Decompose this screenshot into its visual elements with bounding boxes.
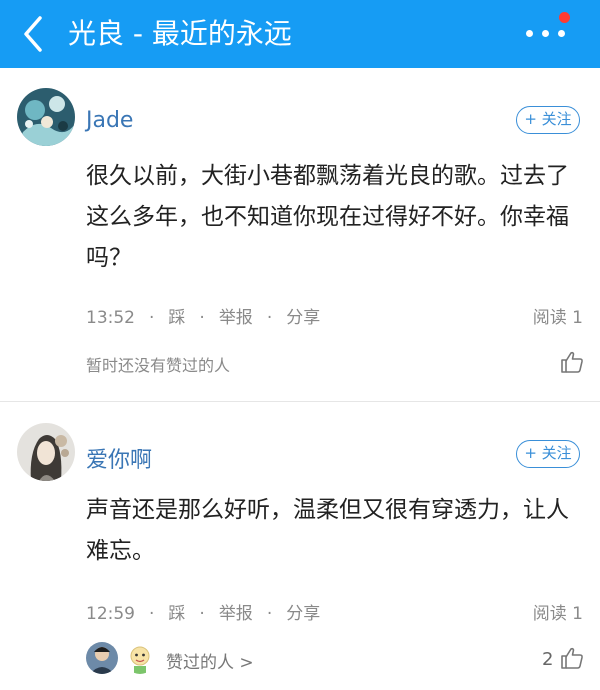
dislike-button[interactable]: 踩 [168,604,185,624]
read-count: 阅读 1 [532,308,583,328]
like-count: 2 [542,649,554,670]
comment-text: 声音还是那么好听，温柔但又很有穿透力，让人难忘。 [86,497,569,564]
thumbs-up-icon[interactable] [560,350,584,374]
notification-dot [559,12,570,23]
username[interactable]: 爱你啊 [86,442,152,474]
follow-button[interactable]: + 关注 [516,440,580,468]
comment-time: 12:59 [86,604,135,624]
separator-dot: · [199,308,205,328]
more-menu-button[interactable] [526,12,570,42]
read-count: 阅读 1 [532,604,583,624]
separator-dot: · [149,604,155,624]
back-chevron-icon[interactable] [20,14,46,54]
comment-item: Jade + 关注 很久以前，大街小巷都飘荡着光良的歌。过去了这么多年，也不知道… [0,68,600,401]
report-button[interactable]: 举报 [219,604,253,624]
follow-button[interactable]: + 关注 [516,106,580,134]
separator-dot: · [149,308,155,328]
comment-time: 13:52 [86,308,135,328]
comment-meta: 12:59 · 踩 · 举报 · 分享 [86,599,320,624]
likers-link[interactable]: 赞过的人 > [166,648,254,673]
share-button[interactable]: 分享 [286,308,320,328]
share-button[interactable]: 分享 [286,604,320,624]
more-dot-icon [558,30,565,37]
report-button[interactable]: 举报 [219,308,253,328]
top-bar: 光良 - 最近的永远 [0,0,600,68]
separator-dot: · [199,604,205,624]
comment-meta: 13:52 · 踩 · 举报 · 分享 [86,303,320,328]
avatar[interactable] [17,88,75,146]
liker-avatar[interactable] [124,642,156,674]
more-dot-icon [526,30,533,37]
separator-dot: · [266,308,273,328]
comment-item: 爱你啊 + 关注 声音还是那么好听，温柔但又很有穿透力，让人难忘。 12:59 ·… [0,402,600,690]
separator-dot: · [266,604,273,624]
liker-avatar[interactable] [86,642,118,674]
username[interactable]: Jade [86,108,133,133]
dislike-button[interactable]: 踩 [168,308,185,328]
comment-text: 很久以前，大街小巷都飘荡着光良的歌。过去了这么多年，也不知道你现在过得好不好。你… [86,163,569,271]
page-title: 光良 - 最近的永远 [68,17,292,50]
avatar[interactable] [17,423,75,481]
thumbs-up-icon[interactable] [560,646,584,670]
more-dot-icon [542,30,549,37]
likes-status: 暂时还没有赞过的人 [86,356,231,375]
